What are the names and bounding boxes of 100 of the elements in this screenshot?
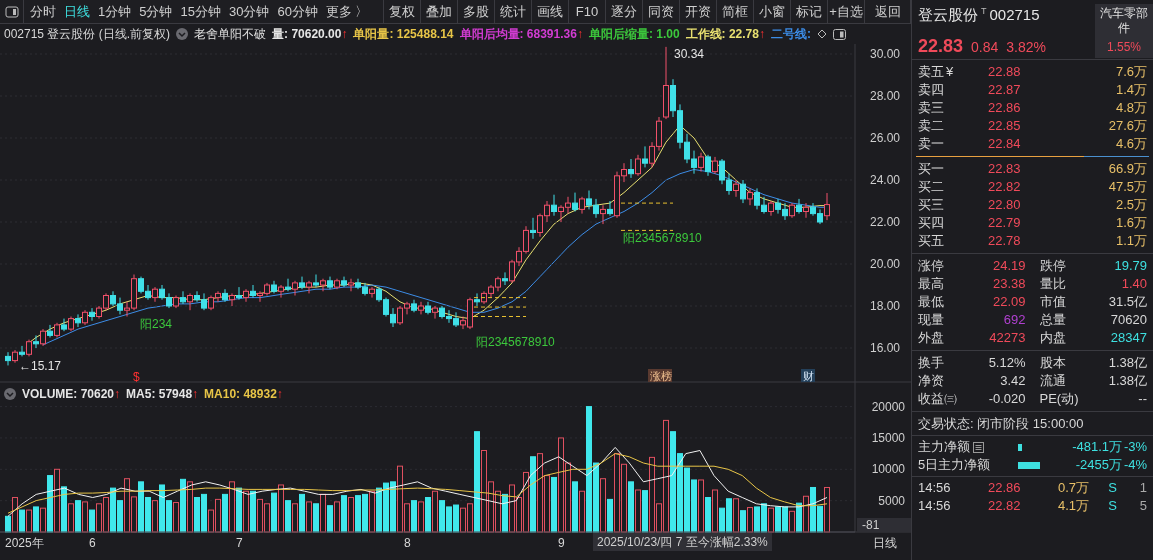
tick-volume: 0.7万 — [1056, 479, 1089, 498]
stat-label: 跌停 — [1039, 257, 1067, 276]
period-tab[interactable]: 1分钟 — [94, 1, 136, 22]
flow-percent: -4% — [1122, 456, 1147, 475]
indicator-value: 工作线: 22.78 — [685, 26, 759, 43]
candlestick — [236, 286, 242, 301]
up-arrow-icon: ↑ — [114, 385, 121, 403]
stat-label: 流通 — [1039, 372, 1067, 391]
bar — [768, 507, 774, 533]
axis-label: 20.00 — [870, 257, 901, 271]
candlestick — [824, 192, 830, 221]
sector-card[interactable]: 汽车零部件 1.55% — [1095, 4, 1153, 58]
bar — [733, 498, 739, 533]
candlestick — [243, 288, 249, 303]
signal-label: 阳234 — [139, 317, 179, 331]
stat-value: 3.42 — [999, 372, 1026, 391]
period-tab[interactable]: 分时 — [26, 1, 60, 22]
candlestick — [418, 301, 424, 315]
candlestick — [530, 217, 536, 240]
toolbar-button[interactable]: +自选 — [828, 0, 865, 23]
bar — [348, 497, 354, 533]
toolbar-button[interactable]: 同资 — [643, 0, 680, 23]
candlestick — [285, 278, 291, 292]
bar — [551, 476, 557, 533]
time-axis-label: 2025年 — [5, 536, 44, 550]
bar — [698, 479, 704, 533]
candlestick — [152, 286, 158, 303]
flow-percent: -3% — [1122, 438, 1147, 457]
period-tab[interactable]: 5分钟 — [135, 1, 177, 22]
order-price: 22.80 — [988, 196, 1022, 215]
toolbar-button[interactable]: 叠加 — [421, 0, 458, 23]
indicator-value: 量: 70620.00 — [272, 26, 342, 43]
axis-label: 16.00 — [870, 341, 901, 355]
t-mark: T — [981, 5, 987, 18]
bar — [243, 490, 249, 533]
stat-value: 24.19 — [991, 257, 1026, 276]
order-price: 22.83 — [988, 160, 1022, 179]
tick-time: 14:56 — [918, 497, 952, 516]
toolbar-button[interactable]: 复权 — [384, 0, 421, 23]
stat-label: 最高 — [918, 275, 945, 294]
bar — [173, 502, 179, 533]
bar — [628, 481, 634, 533]
toolbar-button[interactable]: 画线 — [532, 0, 569, 23]
percent-change: 3.82% — [1006, 37, 1046, 57]
bar — [5, 515, 11, 533]
bar — [292, 503, 298, 533]
toolbar-button[interactable]: F10 — [569, 0, 606, 23]
order-book-label: 卖三 — [918, 99, 944, 118]
bar — [341, 495, 347, 533]
bar — [180, 478, 186, 533]
bar — [824, 486, 830, 533]
candlestick — [313, 274, 319, 288]
stat-label: 涨停 — [918, 257, 945, 276]
order-price: 22.82 — [988, 178, 1022, 197]
toolbar-button[interactable]: 开资 — [680, 0, 717, 23]
candlestick — [271, 280, 277, 294]
bar — [600, 478, 606, 533]
toolbar-button[interactable]: 逐分 — [606, 0, 643, 23]
bar — [33, 506, 39, 533]
toolbar-button[interactable]: 标记 — [791, 0, 828, 23]
period-tab[interactable]: 15分钟 — [176, 1, 225, 22]
up-arrow-icon: ↑ — [758, 25, 765, 43]
order-volume: 47.5万 — [1107, 178, 1147, 197]
stat-value: 42273 — [988, 329, 1026, 348]
tick-price: 22.82 — [988, 497, 1022, 516]
up-arrow-icon: ↑ — [192, 385, 199, 403]
stat-value: 23.38 — [991, 275, 1026, 294]
order-price: 22.85 — [988, 117, 1022, 136]
cursor-info-label: 2025/10/23/四 7 至今涨幅2.33% — [593, 533, 772, 551]
bar — [474, 431, 480, 533]
bar — [327, 505, 333, 533]
candlestick — [789, 202, 795, 219]
candlestick — [698, 152, 704, 173]
period-tab[interactable]: 60分钟 — [273, 1, 322, 22]
toolbar-button[interactable]: 多股 — [458, 0, 495, 23]
toolbar-button[interactable]: 统计 — [495, 0, 532, 23]
price-change: 0.84 — [971, 37, 999, 57]
stat-label: 量比 — [1039, 275, 1067, 294]
bar — [579, 490, 585, 533]
toolbar-button[interactable]: 返回 — [865, 0, 911, 23]
bar — [271, 492, 277, 533]
toolbar-button[interactable]: 简框 — [717, 0, 754, 23]
period-tab[interactable]: 更多 〉 — [321, 1, 373, 22]
stat-value: -0.020 — [987, 390, 1026, 409]
bar — [432, 490, 438, 533]
order-price: 22.84 — [988, 135, 1022, 154]
tick-count: 1 — [1138, 479, 1147, 498]
candlestick — [474, 292, 480, 307]
last-price: 22.83 — [918, 34, 964, 58]
stat-value: 1.38亿 — [1107, 372, 1147, 391]
bar — [425, 497, 431, 533]
order-book-label: 买一 — [918, 160, 944, 179]
axis-label: 22.00 — [870, 215, 901, 229]
stat-label: 净资 — [918, 372, 945, 391]
period-label: 日线 — [873, 536, 897, 550]
period-tab[interactable]: 30分钟 — [224, 1, 274, 22]
order-price: 22.78 — [988, 232, 1022, 251]
tick-volume: 4.1万 — [1056, 497, 1089, 516]
toolbar-button[interactable]: 小窗 — [754, 0, 791, 23]
period-tab[interactable]: 日线 — [60, 1, 94, 22]
